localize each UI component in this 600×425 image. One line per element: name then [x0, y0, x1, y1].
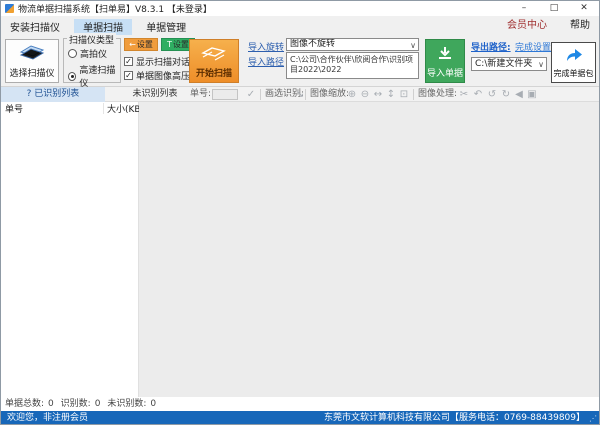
recognized-count-label: 识别数:: [61, 399, 91, 409]
chevron-down-icon: ∨: [538, 59, 544, 71]
finish-settings-link[interactable]: 完成设置: [515, 40, 551, 53]
radio-camera-label: 高拍仪: [80, 47, 107, 60]
select-scanner-button[interactable]: 选择扫描仪: [5, 39, 59, 83]
fit-height-icon[interactable]: ↕: [385, 88, 397, 101]
separator: [413, 89, 414, 100]
import-path-field[interactable]: C:\公司\合作伙伴\欣阅合作\识别项目2022\2022: [286, 52, 419, 79]
zoom-out-icon[interactable]: ⊖: [359, 88, 371, 101]
total-count-value: 0: [48, 399, 54, 409]
close-button[interactable]: ✕: [569, 1, 599, 16]
recognized-count-value: 0: [95, 399, 101, 409]
separator: [260, 89, 261, 100]
unrecognized-count-value: 0: [150, 399, 156, 409]
import-documents-label: 导入单据: [426, 66, 464, 79]
company-status: 东莞市文软计算机科技有限公司【服务电话：0769-88439809】: [324, 411, 585, 425]
tab-recognized-list[interactable]: ? 已识别列表: [1, 87, 105, 102]
scan-settings-label: 设置: [137, 40, 153, 49]
column-divider: [103, 103, 104, 114]
export-folder-select[interactable]: C:\新建文件夹 ∨: [471, 57, 547, 71]
select-scanner-label: 选择扫描仪: [6, 66, 58, 79]
undo-icon[interactable]: ↶: [472, 88, 484, 101]
left-arrow-icon: ←: [129, 40, 136, 49]
checkbox-checked-icon: ✓: [124, 71, 133, 80]
radio-camera-scanner[interactable]: 高拍仪: [68, 47, 107, 60]
start-scan-label: 开始扫描: [190, 66, 238, 79]
crop-icon[interactable]: ✂: [458, 88, 470, 101]
import-path-label: 导入路径: [248, 55, 284, 68]
zoom-in-icon[interactable]: ⊕: [346, 88, 358, 101]
help-link[interactable]: 帮助: [570, 16, 590, 35]
text-settings-label: 设置: [173, 40, 189, 49]
import-documents-button[interactable]: 导入单据: [425, 39, 465, 83]
start-scan-button[interactable]: 开始扫描: [189, 39, 239, 83]
radio-highspeed-scanner[interactable]: 高速扫描仪: [68, 63, 120, 89]
doc-bar: ? 已识别列表 未识别列表 单号: ✓ 画选识别: ↘ 图像缩放: ⊕ ⊖ ↔ …: [1, 87, 599, 102]
checkbox-show-scan-dialog[interactable]: ✓ 显示扫描对话框: [124, 55, 199, 68]
import-rotate-label: 导入旋转: [248, 40, 284, 53]
radio-off-icon: [68, 49, 77, 58]
status-bar: 欢迎您，非注册会员 东莞市文软计算机科技有限公司【服务电话：0769-88439…: [1, 411, 599, 425]
scan-settings-button[interactable]: ←设置: [124, 38, 158, 51]
radio-on-icon: [68, 72, 76, 81]
export-path-link[interactable]: 导出路径:: [471, 40, 511, 53]
minimize-button[interactable]: –: [509, 1, 539, 16]
scanner-icon: [17, 43, 47, 61]
text-tool-icon: T: [167, 40, 172, 49]
import-rotate-select[interactable]: 图像不旋转 ∨: [286, 38, 419, 51]
scanner-type-legend: 扫描仪类型: [67, 33, 116, 46]
radio-highspeed-label: 高速扫描仪: [79, 63, 120, 89]
separator: [305, 89, 306, 100]
image-preview-area[interactable]: [139, 102, 600, 397]
rotate-right-icon[interactable]: ↻: [500, 88, 512, 101]
save-icon[interactable]: ▣: [526, 88, 538, 101]
titlebar: 物流单据扫描系统【扫单易】V8.3.1 【未登录】 – □ ✕: [1, 1, 599, 16]
toolbar: 选择扫描仪 扫描仪类型 高拍仪 高速扫描仪 ←设置 T设置 ✓ 显示扫描对话框 …: [1, 35, 599, 87]
docno-input[interactable]: [212, 89, 238, 100]
scan-icon: [200, 45, 228, 62]
member-center-link[interactable]: 会员中心: [507, 16, 547, 35]
document-list-panel[interactable]: 单号 大小(KB): [1, 102, 139, 397]
process-label: 图像处理:: [418, 87, 457, 102]
docno-label: 单号:: [190, 87, 211, 102]
app-window: 物流单据扫描系统【扫单易】V8.3.1 【未登录】 – □ ✕ 安装扫描仪 单据…: [0, 0, 600, 425]
zoom-label: 图像缩放:: [310, 87, 349, 102]
docno-confirm-icon[interactable]: ✓: [245, 88, 257, 101]
list-header: 单号 大小(KB): [1, 102, 138, 115]
checkbox-checked-icon: ✓: [124, 57, 133, 66]
window-title: 物流单据扫描系统【扫单易】V8.3.1 【未登录】: [18, 2, 212, 15]
rotate-left-icon[interactable]: ↺: [486, 88, 498, 101]
welcome-status: 欢迎您，非注册会员: [7, 411, 88, 425]
import-download-icon: [437, 46, 453, 61]
total-count-label: 单据总数:: [5, 399, 44, 409]
checkbox-high-compression[interactable]: ✓ 单据图像高压缩: [124, 69, 199, 82]
export-folder-value: C:\新建文件夹: [475, 59, 532, 69]
scanner-type-group: 扫描仪类型 高拍仪 高速扫描仪: [63, 38, 121, 83]
chevron-down-icon: ∨: [410, 40, 416, 51]
fit-width-icon[interactable]: ↔: [372, 88, 384, 101]
finish-package-label: 完成单据包: [552, 68, 595, 79]
column-docno[interactable]: 单号: [5, 102, 23, 115]
counters-row: 单据总数:0 识别数:0 未识别数:0 ⋰: [1, 397, 599, 411]
fit-page-icon[interactable]: ⊡: [398, 88, 410, 101]
window-resize-grip[interactable]: ⋰: [589, 411, 597, 425]
maximize-button[interactable]: □: [539, 1, 569, 16]
panel-resize-grip[interactable]: ⋰: [127, 397, 135, 411]
import-rotate-value: 图像不旋转: [290, 39, 335, 49]
finish-package-button[interactable]: 完成单据包: [551, 42, 596, 83]
app-icon: [5, 4, 14, 13]
share-arrow-icon: [564, 47, 584, 63]
first-page-icon[interactable]: ◀: [513, 88, 525, 101]
